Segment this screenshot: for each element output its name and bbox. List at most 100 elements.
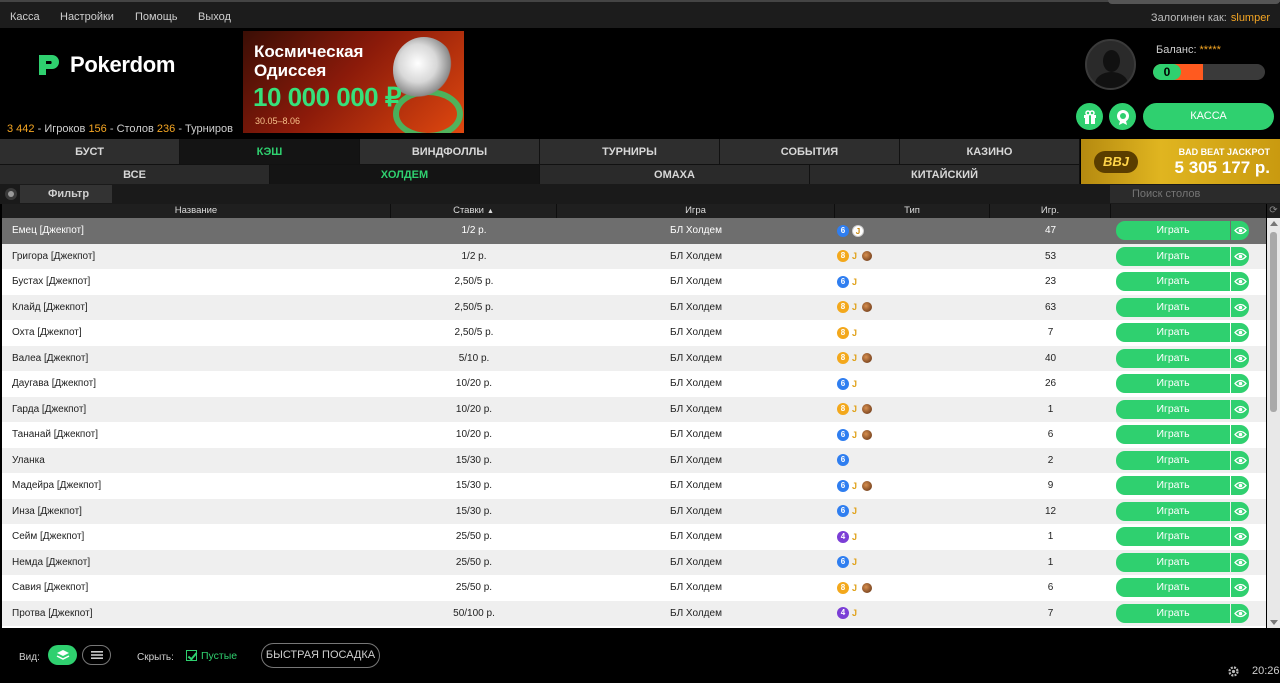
table-row[interactable]: Григора [Джекпот] 1/2 р. БЛ Холдем 8 J 53 Игра… bbox=[2, 243, 1266, 270]
view-list-button[interactable] bbox=[82, 645, 111, 665]
table-row[interactable]: Инза [Джекпот] 15/30 р. БЛ Холдем 6 J 12 Играт… bbox=[2, 498, 1266, 524]
window-drag-strip[interactable] bbox=[1108, 0, 1280, 4]
refresh-icon[interactable]: ⟳ bbox=[1267, 204, 1280, 218]
watch-button[interactable] bbox=[1231, 603, 1249, 623]
jackpot-icon: J bbox=[852, 353, 858, 364]
menu-kassa[interactable]: Касса bbox=[10, 11, 40, 23]
table-row[interactable]: Клайд [Джекпот] 2,50/5 р. БЛ Холдем 8 J 63 Игр… bbox=[2, 294, 1266, 321]
avatar[interactable] bbox=[1085, 39, 1136, 90]
play-button[interactable]: Играть bbox=[1116, 297, 1230, 317]
menu-exit[interactable]: Выход bbox=[198, 11, 231, 23]
quick-seat-button[interactable]: БЫСТРАЯ ПОСАДКА bbox=[261, 643, 380, 668]
play-button[interactable]: Играть bbox=[1116, 399, 1230, 419]
watch-button[interactable] bbox=[1231, 578, 1249, 598]
table-row[interactable]: Тананай [Джекпот] 10/20 р. БЛ Холдем 6 J 6 Игр… bbox=[2, 422, 1266, 448]
watch-button[interactable] bbox=[1231, 450, 1249, 470]
view-stacked-button[interactable] bbox=[48, 645, 77, 665]
hide-empty-label[interactable]: Пустые bbox=[201, 650, 237, 662]
col-game[interactable]: Игра bbox=[557, 204, 835, 218]
table-players: 7 bbox=[1047, 327, 1054, 339]
hide-empty-checkbox[interactable] bbox=[186, 650, 197, 661]
play-button[interactable]: Играть bbox=[1116, 425, 1230, 445]
table-type: 8J bbox=[835, 295, 990, 321]
gift-button[interactable] bbox=[1076, 103, 1103, 130]
table-row[interactable]: Бустах [Джекпот] 2,50/5 р. БЛ Холдем 6 J 23 Иг… bbox=[2, 269, 1266, 295]
table-row[interactable]: Емец [Джекпот] 1/2 р. БЛ Холдем 6 J 47 Играть bbox=[2, 218, 1266, 244]
tab-cash[interactable]: КЭШ bbox=[180, 139, 360, 164]
play-button[interactable]: Играть bbox=[1116, 221, 1230, 241]
play-button[interactable]: Играть bbox=[1116, 527, 1230, 547]
max-players-badge-icon: 8 bbox=[837, 326, 849, 339]
table-stakes: 15/30 р. bbox=[455, 454, 493, 466]
play-button[interactable]: Играть bbox=[1116, 476, 1230, 496]
tab-events[interactable]: СОБЫТИЯ bbox=[720, 139, 900, 164]
watch-button[interactable] bbox=[1231, 221, 1249, 241]
menu-settings[interactable]: Настройки bbox=[60, 11, 114, 23]
play-button[interactable]: Играть bbox=[1116, 348, 1230, 368]
scroll-thumb[interactable] bbox=[1270, 232, 1277, 412]
col-players[interactable]: Игр. bbox=[990, 204, 1111, 218]
play-button[interactable]: Играть bbox=[1116, 272, 1230, 292]
watch-button[interactable] bbox=[1231, 246, 1249, 266]
promo-banner[interactable]: Космическая Одиссея 10 000 000 ₽ 30.05–8… bbox=[243, 31, 464, 133]
filter-button[interactable]: Фильтр bbox=[20, 185, 112, 203]
watch-button[interactable] bbox=[1231, 527, 1249, 547]
tab-casino[interactable]: КАЗИНО bbox=[900, 139, 1080, 164]
search-input[interactable] bbox=[1110, 185, 1280, 203]
watch-button[interactable] bbox=[1231, 399, 1249, 419]
play-button[interactable]: Играть bbox=[1116, 578, 1230, 598]
menu-help[interactable]: Помощь bbox=[135, 11, 178, 23]
table-type: 8J bbox=[835, 244, 990, 270]
scroll-down-arrow-icon[interactable] bbox=[1270, 620, 1278, 625]
watch-button[interactable] bbox=[1231, 501, 1249, 521]
play-button[interactable]: Играть bbox=[1116, 501, 1230, 521]
play-button[interactable]: Играть bbox=[1116, 323, 1230, 343]
table-scrollbar[interactable] bbox=[1267, 218, 1280, 628]
watch-button[interactable] bbox=[1231, 323, 1249, 343]
watch-button[interactable] bbox=[1231, 297, 1249, 317]
table-row[interactable]: Уланка 15/30 р. БЛ Холдем 6 2 Играть bbox=[2, 447, 1266, 473]
table-row[interactable]: Немда [Джекпот] 25/50 р. БЛ Холдем 6 J 1 Играт… bbox=[2, 549, 1266, 575]
scroll-up-arrow-icon[interactable] bbox=[1270, 221, 1278, 226]
col-name[interactable]: Название bbox=[2, 204, 391, 218]
watch-button[interactable] bbox=[1231, 374, 1249, 394]
table-row[interactable]: Мадейра [Джекпот] 15/30 р. БЛ Холдем 6 J 9 Игр… bbox=[2, 473, 1266, 499]
table-game: БЛ Холдем bbox=[670, 429, 722, 441]
table-row[interactable]: Савия [Джекпот] 25/50 р. БЛ Холдем 8 J 6 Играт… bbox=[2, 575, 1266, 601]
jackpot-icon: J bbox=[852, 557, 858, 568]
jackpot-icon: J bbox=[852, 224, 864, 237]
watch-button[interactable] bbox=[1231, 552, 1249, 572]
play-button[interactable]: Играть bbox=[1116, 450, 1230, 470]
subtab-chinese[interactable]: КИТАЙСКИЙ bbox=[810, 164, 1080, 184]
table-row[interactable]: Даугава [Джекпот] 10/20 р. БЛ Холдем 6 J 26 Иг… bbox=[2, 371, 1266, 397]
col-type[interactable]: Тип bbox=[835, 204, 990, 218]
col-stakes[interactable]: Ставки ▲ bbox=[391, 204, 557, 218]
play-button[interactable]: Играть bbox=[1116, 374, 1230, 394]
table-row[interactable]: Валеа [Джекпот] 5/10 р. БЛ Холдем 8 J 40 Играт… bbox=[2, 345, 1266, 371]
table-row[interactable]: Охта [Джекпот] 2,50/5 р. БЛ Холдем 8 J 7 Играт… bbox=[2, 320, 1266, 346]
rewards-button[interactable] bbox=[1109, 103, 1136, 130]
watch-button[interactable] bbox=[1231, 348, 1249, 368]
bbj-badge: BBJ bbox=[1094, 151, 1138, 173]
subtab-holdem[interactable]: ХОЛДЕМ bbox=[270, 164, 540, 184]
table-row[interactable]: Сейм [Джекпот] 25/50 р. БЛ Холдем 4 J 1 Играть bbox=[2, 524, 1266, 550]
play-button[interactable]: Играть bbox=[1116, 603, 1230, 623]
watch-button[interactable] bbox=[1231, 272, 1249, 292]
players-label: - Игроков bbox=[37, 123, 86, 135]
subtab-omaha[interactable]: ОМАХА bbox=[540, 164, 810, 184]
bad-beat-jackpot[interactable]: BBJ BAD BEAT JACKPOT 5 305 177 р. bbox=[1081, 139, 1280, 184]
kassa-button[interactable]: КАССА bbox=[1143, 103, 1274, 130]
tab-windfalls[interactable]: ВИНДФОЛЛЫ bbox=[360, 139, 540, 164]
tab-tournaments[interactable]: ТУРНИРЫ bbox=[540, 139, 720, 164]
table-row[interactable]: Гарда [Джекпот] 10/20 р. БЛ Холдем 8 J 1 Играт… bbox=[2, 396, 1266, 422]
max-players-badge-icon: 8 bbox=[837, 581, 849, 594]
tab-boost[interactable]: БУСТ bbox=[0, 139, 180, 164]
filter-toggle[interactable] bbox=[5, 188, 17, 200]
table-row[interactable]: Протва [Джекпот] 50/100 р. БЛ Холдем 4 J 7 Игр… bbox=[2, 600, 1266, 626]
gear-icon[interactable] bbox=[1227, 665, 1240, 678]
play-button[interactable]: Играть bbox=[1116, 246, 1230, 266]
watch-button[interactable] bbox=[1231, 476, 1249, 496]
subtab-all[interactable]: ВСЕ bbox=[0, 164, 270, 184]
watch-button[interactable] bbox=[1231, 425, 1249, 445]
play-button[interactable]: Играть bbox=[1116, 552, 1230, 572]
